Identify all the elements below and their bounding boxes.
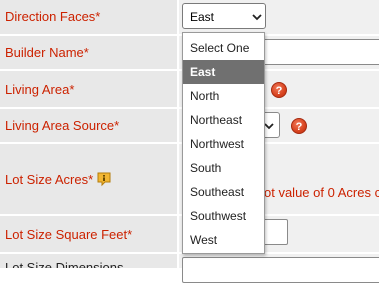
label-cell: Living Area Source* [0,109,177,142]
lot-size-dimensions-input[interactable] [182,257,379,283]
living-area-source-help-icon[interactable]: ? [291,118,307,134]
label-cell: Builder Name* [0,36,177,69]
direction-faces-label: Direction Faces* [5,9,101,24]
option-southeast[interactable]: Southeast [183,180,264,204]
label-cell: Lot Size Square Feet* [0,216,177,252]
lot-size-dimensions-label: Lot Size Dimensions [5,260,124,268]
lot-size-square-feet-label: Lot Size Square Feet* [5,227,133,242]
option-southwest[interactable]: Southwest [183,204,264,228]
builder-name-input[interactable] [263,39,379,65]
option-west[interactable]: West [183,228,264,252]
chevron-down-icon [264,123,274,130]
info-icon[interactable] [96,171,112,187]
living-area-help-icon[interactable]: ? [271,82,287,98]
builder-name-label: Builder Name* [5,45,89,60]
living-area-label: Living Area* [5,82,75,97]
label-cell: Lot Size Acres* [0,144,177,214]
lot-size-note: ot value of 0 Acres c [264,185,379,200]
label-cell: Living Area* [0,71,177,107]
direction-faces-dropdown[interactable]: Select One East North Northeast Northwes… [182,32,265,254]
lot-size-acres-label: Lot Size Acres* [5,172,94,187]
chevron-down-icon [252,14,262,21]
option-east[interactable]: East [183,60,264,84]
option-northeast[interactable]: Northeast [183,108,264,132]
label-cell: Direction Faces* [0,0,177,34]
option-northwest[interactable]: Northwest [183,132,264,156]
label-cell: Lot Size Dimensions [0,254,177,268]
direction-faces-select-value: East [190,10,215,24]
option-north[interactable]: North [183,84,264,108]
direction-faces-select[interactable]: East [182,3,266,29]
living-area-source-label: Living Area Source* [5,118,120,133]
option-south[interactable]: South [183,156,264,180]
option-select-one[interactable]: Select One [183,36,264,60]
